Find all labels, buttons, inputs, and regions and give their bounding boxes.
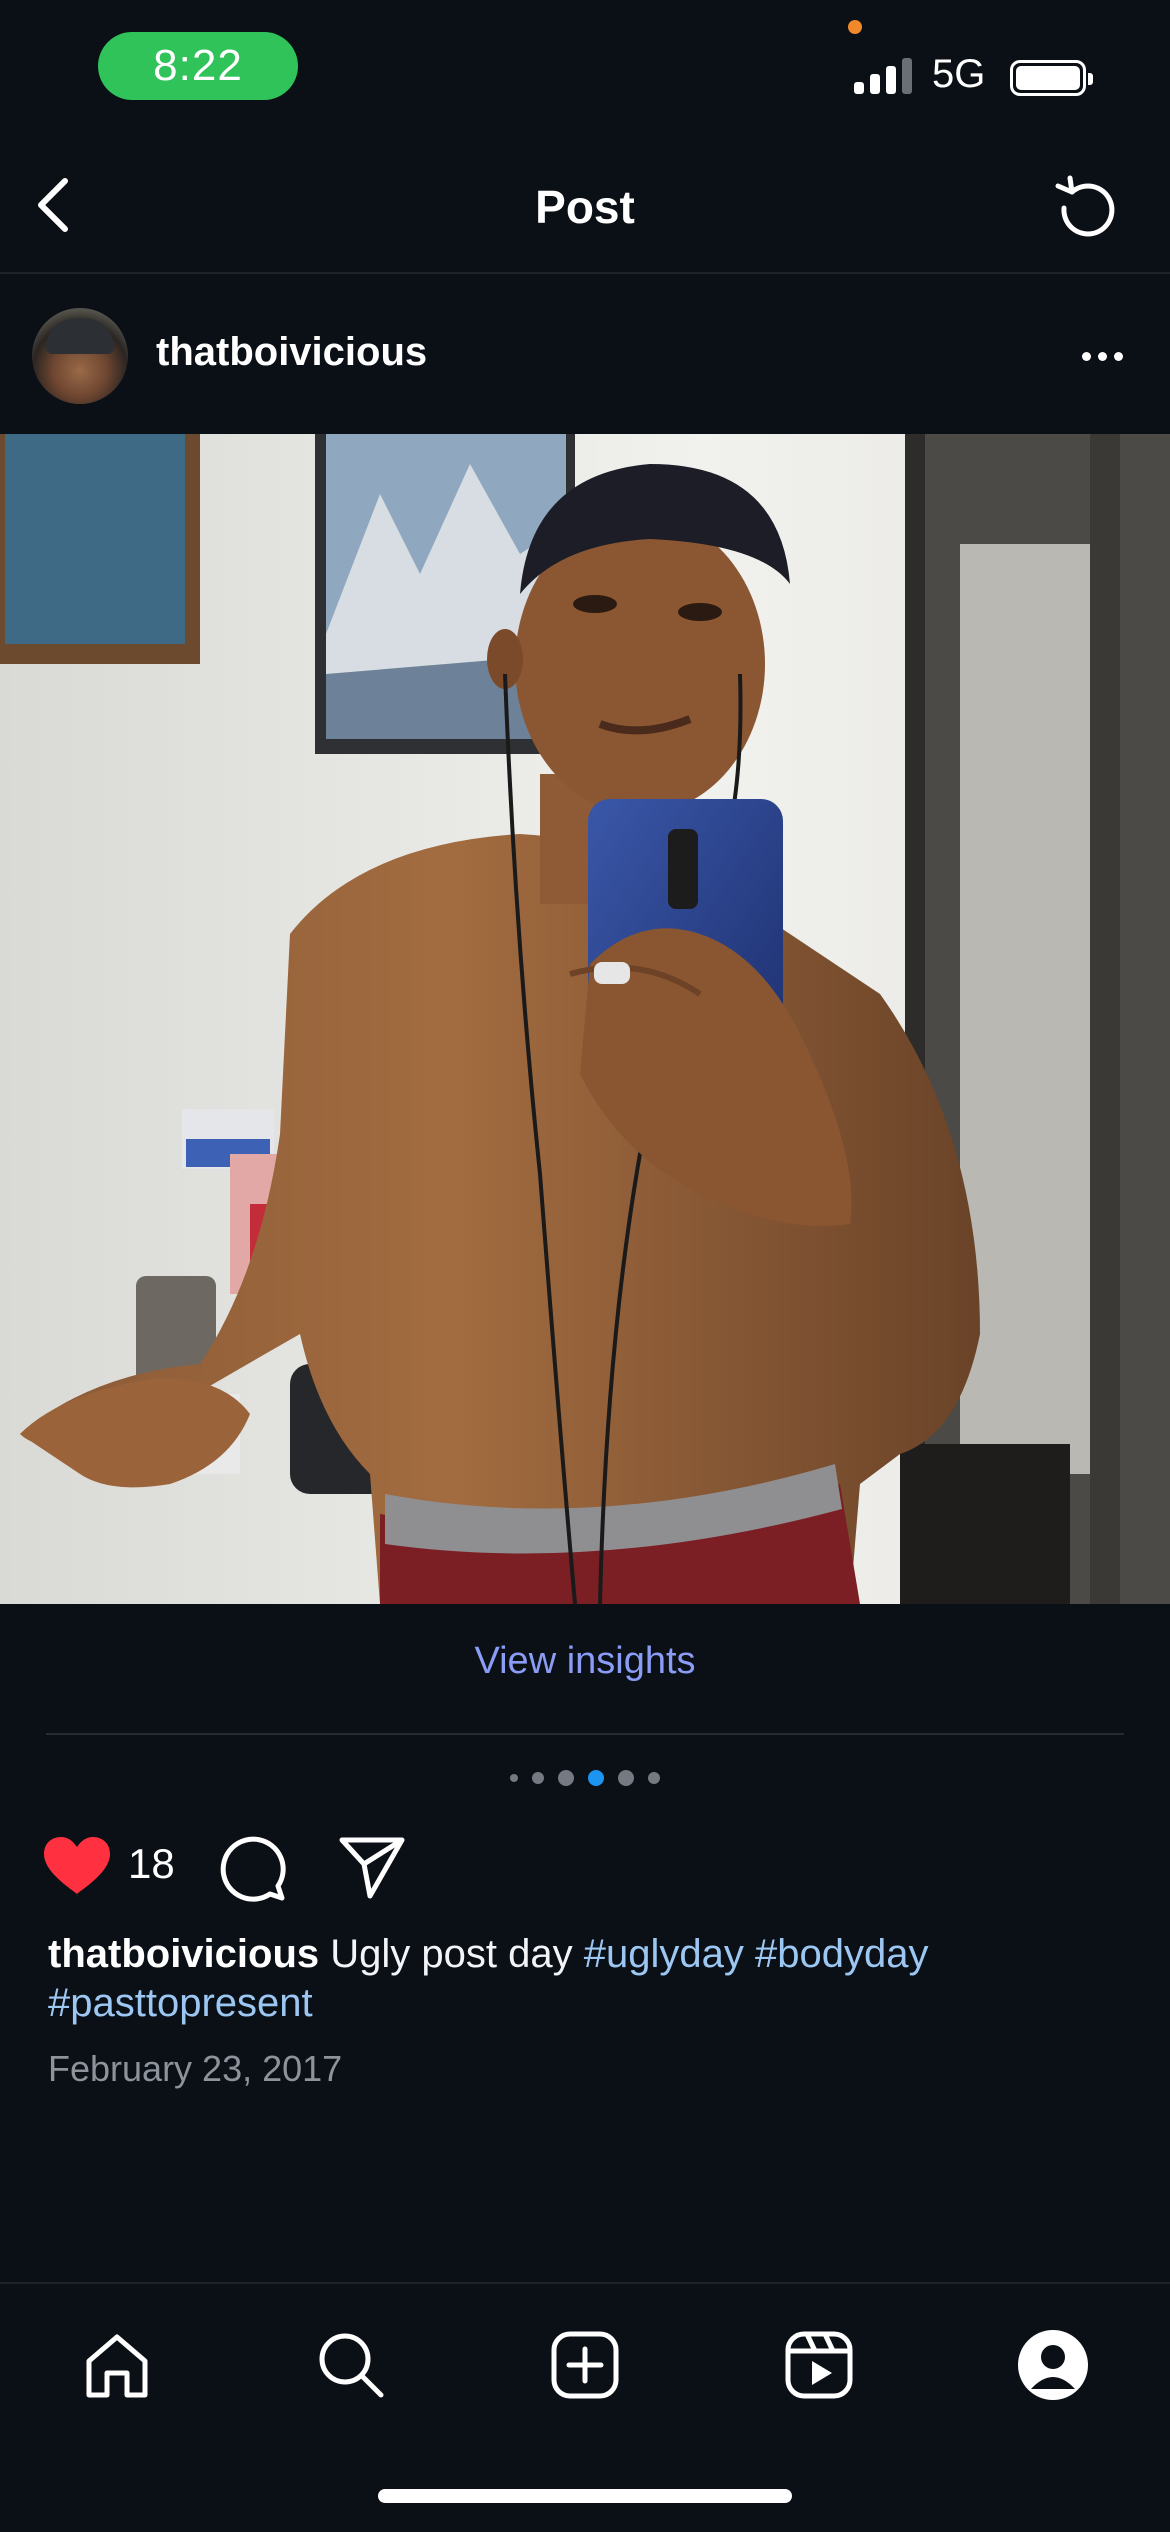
- home-icon: [86, 2334, 148, 2398]
- share-button[interactable]: [336, 1832, 408, 1904]
- nav-home[interactable]: [72, 2320, 162, 2410]
- post-date: February 23, 2017: [48, 2048, 343, 2089]
- home-indicator: [378, 2489, 792, 2503]
- post-image: [0, 434, 1170, 1604]
- post-username[interactable]: thatboivicious: [156, 330, 427, 375]
- reels-icon: [785, 2331, 853, 2399]
- refresh-button[interactable]: [1046, 170, 1126, 250]
- like-button[interactable]: [40, 1834, 114, 1898]
- send-icon: [339, 1837, 405, 1899]
- carousel-dot: [648, 1772, 660, 1784]
- post-caption: thatboivicious Ugly post day #uglyday #b…: [48, 1930, 1128, 2028]
- nav-profile[interactable]: [1008, 2320, 1098, 2410]
- status-bar: 8:22 5G: [0, 0, 1170, 140]
- network-type: 5G: [932, 52, 986, 96]
- divider: [46, 1733, 1124, 1735]
- heart-filled-icon: [44, 1837, 110, 1894]
- carousel-indicator: [0, 1770, 1170, 1786]
- hashtag-link[interactable]: #uglyday: [584, 1932, 744, 1976]
- search-icon: [319, 2333, 384, 2398]
- post-actions: 18: [0, 1820, 1170, 1910]
- signal-strength-icon: [854, 58, 912, 94]
- comment-icon: [220, 1836, 286, 1902]
- carousel-dot: [558, 1770, 574, 1786]
- carousel-dot: [510, 1774, 518, 1782]
- nav-search[interactable]: [306, 2320, 396, 2410]
- carousel-dot: [532, 1772, 544, 1784]
- post-photo[interactable]: [0, 434, 1170, 1604]
- page-title: Post: [535, 181, 635, 233]
- comment-button[interactable]: [216, 1832, 288, 1904]
- hashtag-link[interactable]: #bodyday: [755, 1932, 928, 1976]
- profile-icon: [1018, 2330, 1088, 2400]
- view-insights-link[interactable]: View insights: [0, 1640, 1170, 1683]
- carousel-dot: [618, 1770, 634, 1786]
- hashtag-link[interactable]: #pasttopresent: [48, 1981, 313, 2025]
- nav-reels[interactable]: [774, 2320, 864, 2410]
- create-post-icon: [551, 2331, 619, 2399]
- like-count: 18: [128, 1840, 175, 1887]
- post-header: Post: [0, 140, 1170, 274]
- battery-icon: [1010, 60, 1093, 96]
- more-options-button[interactable]: [1072, 338, 1132, 374]
- refresh-icon: [1055, 175, 1115, 237]
- status-time: 8:22: [98, 32, 298, 100]
- avatar[interactable]: [32, 308, 128, 404]
- post-author-row: thatboivicious: [0, 276, 1170, 434]
- privacy-indicator-dot: [848, 20, 862, 34]
- carousel-dot: [588, 1770, 604, 1786]
- more-horizontal-icon: [1081, 351, 1091, 361]
- caption-text: Ugly post day: [319, 1932, 584, 1976]
- caption-username[interactable]: thatboivicious: [48, 1932, 319, 1976]
- nav-create[interactable]: [540, 2320, 630, 2410]
